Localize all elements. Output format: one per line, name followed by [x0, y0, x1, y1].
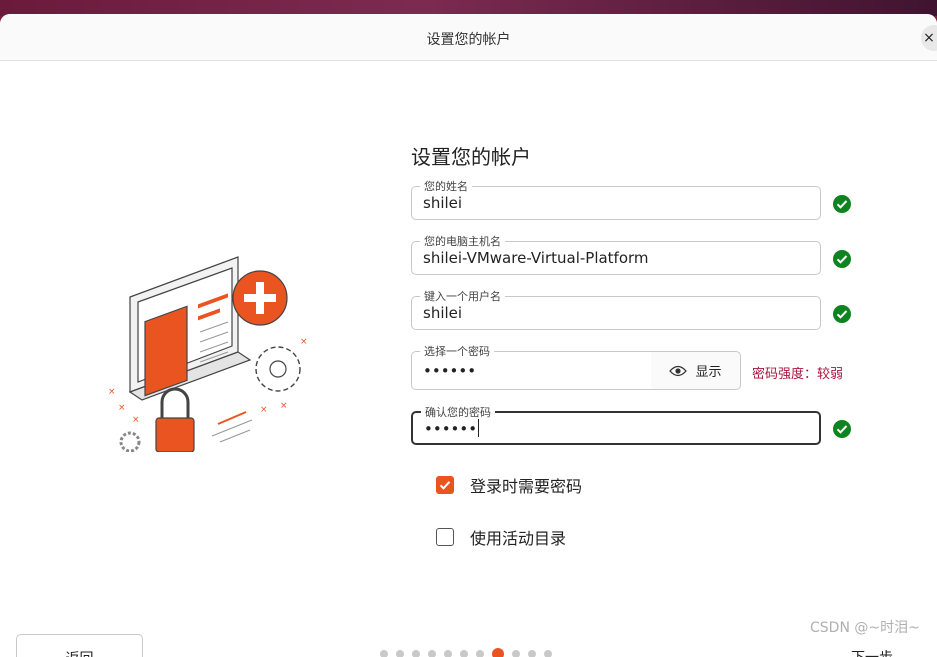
next-button-label: 下一步: [851, 647, 893, 657]
username-field[interactable]: 键入一个用户名 shilei: [411, 288, 821, 330]
step-dot: [428, 650, 436, 657]
confirm-password-field[interactable]: 确认您的密码 ••••••: [411, 404, 821, 445]
name-field-value: shilei: [423, 194, 463, 212]
svg-text:×: ×: [260, 405, 268, 415]
checkbox-checked[interactable]: [436, 476, 454, 494]
password-field[interactable]: 选择一个密码 ••••••: [411, 343, 652, 390]
show-password-label: 显示: [695, 365, 722, 380]
svg-text:×: ×: [118, 403, 126, 413]
name-field[interactable]: 您的姓名 shilei: [411, 178, 821, 220]
require-password-checkbox[interactable]: 登录时需要密码: [436, 473, 582, 497]
watermark: CSDN @~时泪~: [810, 620, 920, 636]
require-password-label: 登录时需要密码: [470, 477, 583, 496]
text-caret: [478, 419, 480, 437]
confirm-valid-icon: [833, 420, 851, 438]
password-field-value: ••••••: [423, 362, 477, 380]
account-illustration: ××× × ××: [108, 256, 308, 452]
next-button[interactable]: 下一步: [840, 634, 937, 657]
check-icon: [439, 481, 451, 490]
back-button[interactable]: 返回: [16, 634, 143, 657]
step-dot: [544, 650, 552, 657]
svg-text:×: ×: [108, 387, 116, 397]
step-dot: [396, 650, 404, 657]
back-button-label: 返回: [17, 648, 142, 657]
title-bar: 设置您的帐户 ×: [0, 14, 937, 61]
username-valid-icon: [833, 305, 851, 323]
password-strength: 密码强度：较弱: [752, 367, 844, 382]
step-dot: [512, 650, 520, 657]
step-dot-current: [492, 648, 504, 657]
username-field-value: shilei: [423, 304, 463, 322]
form-heading: 设置您的帐户: [411, 145, 531, 169]
svg-text:×: ×: [132, 415, 140, 425]
step-dot: [476, 650, 484, 657]
hostname-valid-icon: [833, 250, 851, 268]
active-directory-label: 使用活动目录: [470, 529, 567, 548]
eye-icon: [669, 365, 688, 376]
hostname-field-label: 您的电脑主机名: [420, 233, 505, 249]
close-icon: ×: [923, 30, 935, 46]
username-field-label: 键入一个用户名: [420, 288, 505, 304]
show-password-button[interactable]: 显示: [651, 351, 741, 390]
name-valid-icon: [833, 195, 851, 213]
checkbox-unchecked[interactable]: [436, 528, 454, 546]
password-field-label: 选择一个密码: [420, 343, 494, 359]
step-dot: [528, 650, 536, 657]
svg-text:×: ×: [300, 337, 308, 347]
step-indicator: [380, 647, 560, 657]
svg-text:×: ×: [280, 401, 288, 411]
active-directory-checkbox[interactable]: 使用活动目录: [436, 525, 566, 549]
hostname-field-value: shilei-VMware-Virtual-Platform: [423, 249, 649, 267]
name-field-label: 您的姓名: [420, 178, 472, 194]
hostname-field[interactable]: 您的电脑主机名 shilei-VMware-Virtual-Platform: [411, 233, 821, 275]
step-dot: [380, 650, 388, 657]
step-dot: [460, 650, 468, 657]
confirm-password-label: 确认您的密码: [421, 404, 495, 420]
step-dot: [444, 650, 452, 657]
window-title: 设置您的帐户: [426, 32, 511, 48]
step-dot: [412, 650, 420, 657]
installer-window: 设置您的帐户 × × × × × × × 设置您的帐户 您的姓名 shilei …: [0, 14, 937, 657]
confirm-password-value: ••••••: [424, 419, 480, 438]
